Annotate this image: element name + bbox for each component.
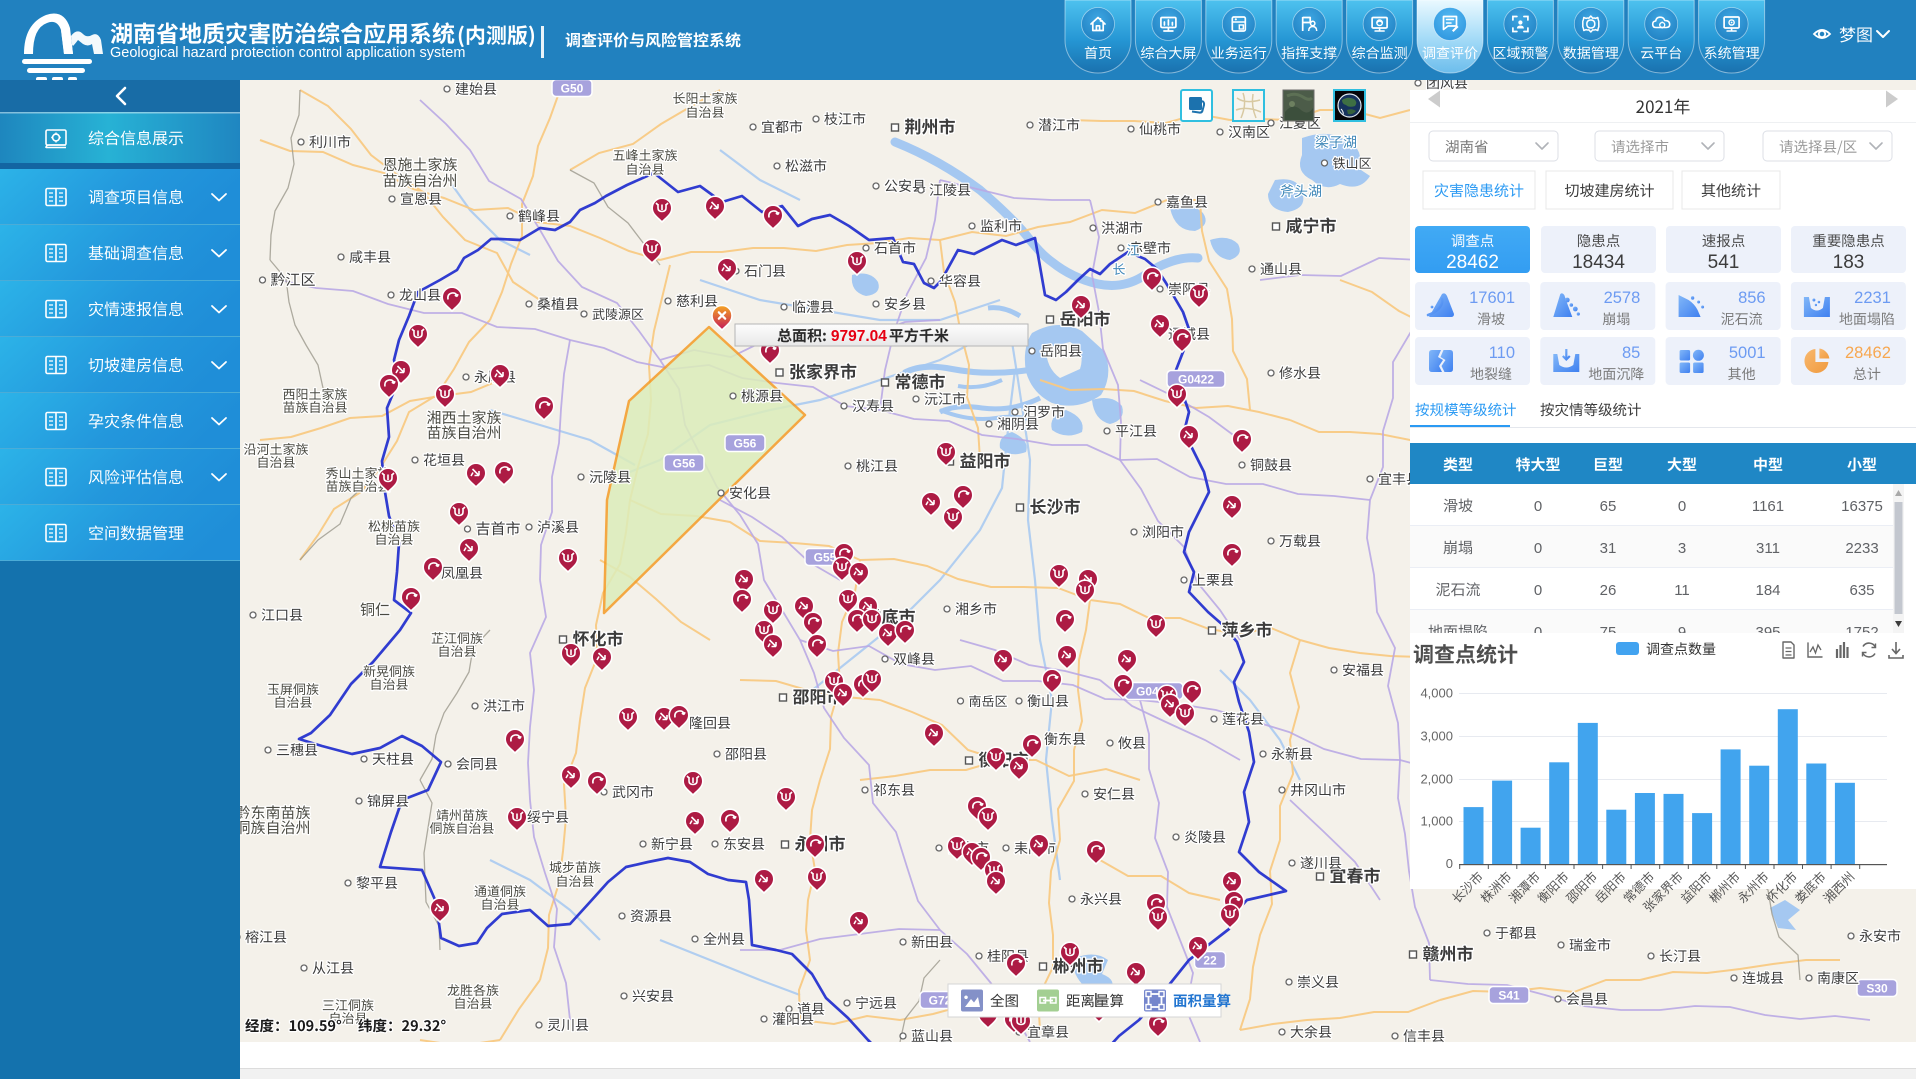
svg-text:0: 0 bbox=[1446, 856, 1453, 871]
svg-text:184: 184 bbox=[1755, 582, 1780, 599]
svg-text:85: 85 bbox=[1622, 344, 1640, 362]
svg-text:S41: S41 bbox=[1498, 989, 1520, 1003]
svg-text:16375: 16375 bbox=[1841, 498, 1883, 515]
svg-text:22: 22 bbox=[1203, 954, 1217, 968]
svg-text:65: 65 bbox=[1600, 498, 1617, 515]
svg-text:0: 0 bbox=[1534, 582, 1542, 599]
svg-text:28462: 28462 bbox=[1446, 252, 1499, 273]
svg-text:1,000: 1,000 bbox=[1420, 814, 1453, 829]
svg-text:28462: 28462 bbox=[1845, 344, 1891, 362]
svg-text:183: 183 bbox=[1833, 252, 1865, 273]
svg-text:G56: G56 bbox=[734, 437, 757, 451]
svg-text:S30: S30 bbox=[1866, 982, 1888, 996]
svg-text:635: 635 bbox=[1849, 582, 1874, 599]
svg-text:26: 26 bbox=[1600, 582, 1617, 599]
svg-text:2578: 2578 bbox=[1604, 289, 1641, 307]
svg-text:1161: 1161 bbox=[1752, 498, 1784, 515]
svg-text:2,000: 2,000 bbox=[1420, 772, 1453, 787]
svg-text:5001: 5001 bbox=[1729, 344, 1766, 362]
svg-text:4,000: 4,000 bbox=[1420, 686, 1453, 701]
svg-text:2231: 2231 bbox=[1854, 289, 1891, 307]
svg-text:Geological hazard protection c: Geological hazard protection control app… bbox=[110, 45, 465, 61]
svg-text:3: 3 bbox=[1678, 540, 1686, 557]
svg-text:856: 856 bbox=[1738, 289, 1766, 307]
svg-text:3,000: 3,000 bbox=[1420, 729, 1453, 744]
svg-text:17601: 17601 bbox=[1469, 289, 1515, 307]
svg-text:18434: 18434 bbox=[1572, 252, 1625, 273]
svg-text:0: 0 bbox=[1534, 498, 1542, 515]
svg-text:541: 541 bbox=[1708, 252, 1740, 273]
svg-text:2233: 2233 bbox=[1845, 540, 1878, 557]
svg-text:G56: G56 bbox=[673, 457, 696, 471]
svg-text:G50: G50 bbox=[561, 82, 584, 96]
svg-text:311: 311 bbox=[1756, 540, 1780, 557]
svg-text:31: 31 bbox=[1600, 540, 1617, 557]
svg-text:0: 0 bbox=[1678, 498, 1686, 515]
svg-text:11: 11 bbox=[1674, 582, 1690, 599]
svg-text:9797.04: 9797.04 bbox=[831, 328, 887, 345]
svg-text:G0422: G0422 bbox=[1178, 373, 1214, 387]
svg-text:110: 110 bbox=[1489, 344, 1515, 362]
svg-text:0: 0 bbox=[1534, 540, 1542, 557]
